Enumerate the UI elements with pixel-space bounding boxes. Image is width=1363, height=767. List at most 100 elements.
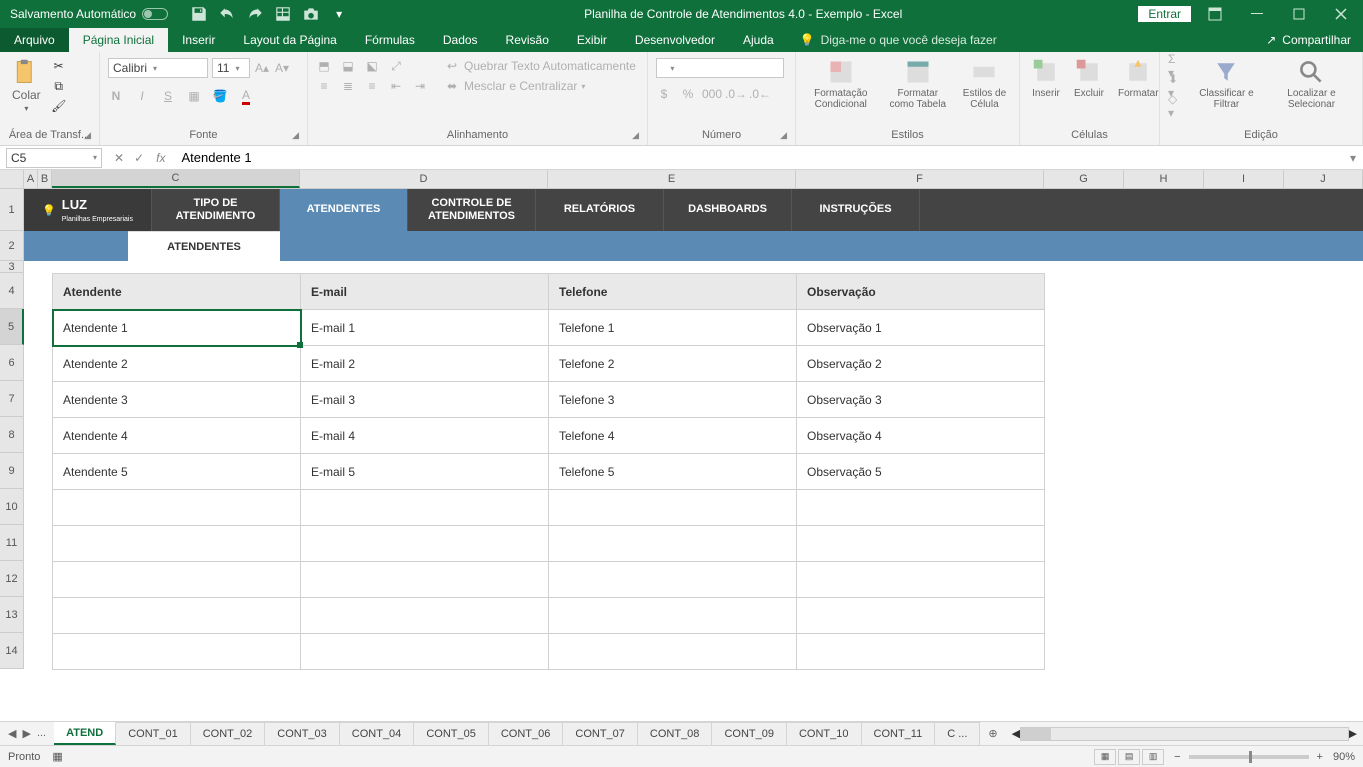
dialog-launcher-icon[interactable]: ◢ <box>292 130 299 141</box>
cell[interactable] <box>549 634 797 670</box>
ribbon-display-icon[interactable] <box>1197 2 1233 26</box>
sheet-nav-prev-icon[interactable]: ◀ <box>8 727 16 740</box>
row-header-7[interactable]: 7 <box>0 381 24 417</box>
font-name-select[interactable]: Calibri▾ <box>108 58 208 78</box>
enter-formula-icon[interactable]: ✓ <box>134 151 144 165</box>
row-header-8[interactable]: 8 <box>0 417 24 453</box>
cell[interactable]: Telefone 3 <box>549 382 797 418</box>
expand-formula-bar-icon[interactable]: ▾ <box>1343 151 1363 165</box>
cell[interactable]: Atendente 5 <box>53 454 301 490</box>
th-atendente[interactable]: Atendente <box>53 274 301 310</box>
zoom-out-icon[interactable]: − <box>1174 751 1180 763</box>
copy-icon[interactable]: ⧉ <box>51 78 67 94</box>
wrap-text-icon[interactable]: ↩ <box>444 58 460 74</box>
redo-icon[interactable] <box>246 5 264 23</box>
cell[interactable]: E-mail 2 <box>301 346 549 382</box>
th-observacao[interactable]: Observação <box>797 274 1045 310</box>
col-header-f[interactable]: F <box>796 170 1044 188</box>
page-break-view-icon[interactable]: ▥ <box>1142 749 1164 765</box>
cell[interactable]: Telefone 2 <box>549 346 797 382</box>
horizontal-scrollbar[interactable]: ◀ ▶ <box>1006 727 1363 741</box>
nav-controle-atendimentos[interactable]: CONTROLE DE ATENDIMENTOS <box>408 189 536 231</box>
underline-icon[interactable]: S <box>160 88 176 104</box>
cell-styles-button[interactable]: Estilos de Célula <box>958 56 1011 112</box>
insert-cells-button[interactable]: Inserir <box>1028 56 1064 101</box>
nav-relatorios[interactable]: RELATÓRIOS <box>536 189 664 231</box>
scroll-thumb[interactable] <box>1021 728 1051 740</box>
sheet-tab[interactable]: CONT_09 <box>712 722 787 745</box>
cell[interactable]: E-mail 3 <box>301 382 549 418</box>
cell[interactable] <box>797 526 1045 562</box>
border-icon[interactable]: ▦ <box>186 88 202 104</box>
tab-data[interactable]: Dados <box>429 28 492 52</box>
col-header-b[interactable]: B <box>38 170 52 188</box>
accounting-icon[interactable]: $ <box>656 86 672 102</box>
nav-tipo-atendimento[interactable]: TIPO DE ATENDIMENTO <box>152 189 280 231</box>
sheet-tab[interactable]: CONT_10 <box>787 722 862 745</box>
tell-me-search[interactable]: 💡 Diga-me o que você deseja fazer <box>788 28 1255 52</box>
col-header-g[interactable]: G <box>1044 170 1124 188</box>
comma-icon[interactable]: 000 <box>704 86 720 102</box>
tab-developer[interactable]: Desenvolvedor <box>621 28 729 52</box>
tab-file[interactable]: Arquivo <box>0 28 69 52</box>
cell-c5[interactable]: Atendente 1 <box>53 310 301 346</box>
number-format-select[interactable]: ▾ <box>656 58 784 78</box>
cell[interactable] <box>797 562 1045 598</box>
cell[interactable] <box>301 562 549 598</box>
sheet-tab[interactable]: CONT_11 <box>862 722 936 745</box>
sheet-tab[interactable]: CONT_05 <box>414 722 489 745</box>
save-icon[interactable] <box>190 5 208 23</box>
font-color-icon[interactable]: A <box>238 88 254 104</box>
row-header-11[interactable]: 11 <box>0 525 24 561</box>
macro-record-icon[interactable]: ▦ <box>52 750 62 763</box>
worksheet-grid[interactable]: A B C D E F G H I J 1 2 3 4 5 6 7 8 9 10… <box>0 170 1363 721</box>
cell[interactable] <box>549 490 797 526</box>
cell[interactable] <box>301 490 549 526</box>
align-right-icon[interactable]: ≡ <box>364 78 380 94</box>
name-box[interactable]: C5▾ <box>6 148 102 168</box>
cell[interactable]: Observação 3 <box>797 382 1045 418</box>
undo-icon[interactable] <box>218 5 236 23</box>
col-header-e[interactable]: E <box>548 170 796 188</box>
cell[interactable] <box>797 490 1045 526</box>
th-email[interactable]: E-mail <box>301 274 549 310</box>
tab-help[interactable]: Ajuda <box>729 28 788 52</box>
decrease-decimal-icon[interactable]: .0← <box>752 86 768 102</box>
cell[interactable] <box>301 598 549 634</box>
row-header-6[interactable]: 6 <box>0 345 24 381</box>
sheet-tab[interactable]: CONT_01 <box>116 722 191 745</box>
autosave-toggle[interactable]: Salvamento Automático <box>4 7 174 21</box>
col-header-d[interactable]: D <box>300 170 548 188</box>
cell[interactable] <box>53 634 301 670</box>
cancel-formula-icon[interactable]: ✕ <box>114 151 124 165</box>
maximize-icon[interactable] <box>1281 2 1317 26</box>
format-painter-icon[interactable]: 🖌 <box>51 98 67 114</box>
sheet-tab[interactable]: CONT_02 <box>191 722 266 745</box>
cell[interactable]: Atendente 2 <box>53 346 301 382</box>
fx-icon[interactable]: fx <box>156 151 173 165</box>
nav-dashboards[interactable]: DASHBOARDS <box>664 189 792 231</box>
cell[interactable]: Telefone 1 <box>549 310 797 346</box>
col-header-c[interactable]: C <box>52 170 300 188</box>
zoom-in-icon[interactable]: + <box>1317 751 1323 763</box>
tab-formulas[interactable]: Fórmulas <box>351 28 429 52</box>
decrease-font-icon[interactable]: A▾ <box>274 60 290 76</box>
row-header-4[interactable]: 4 <box>0 273 24 309</box>
qat-dropdown-icon[interactable]: ▾ <box>330 5 348 23</box>
clear-icon[interactable]: ◇ ▾ <box>1168 98 1184 114</box>
percent-icon[interactable]: % <box>680 86 696 102</box>
find-select-button[interactable]: Localizar e Selecionar <box>1269 56 1354 112</box>
dialog-launcher-icon[interactable]: ◢ <box>84 130 91 141</box>
row-header-13[interactable]: 13 <box>0 597 24 633</box>
align-left-icon[interactable]: ≡ <box>316 78 332 94</box>
align-top-icon[interactable]: ⬒ <box>316 58 332 74</box>
row-header-2[interactable]: 2 <box>0 231 24 261</box>
th-telefone[interactable]: Telefone <box>549 274 797 310</box>
cell[interactable]: Atendente 3 <box>53 382 301 418</box>
normal-view-icon[interactable]: ▦ <box>1094 749 1116 765</box>
tab-view[interactable]: Exibir <box>563 28 621 52</box>
row-header-14[interactable]: 14 <box>0 633 24 669</box>
page-layout-view-icon[interactable]: ▤ <box>1118 749 1140 765</box>
cell[interactable] <box>549 562 797 598</box>
nav-atendentes[interactable]: ATENDENTES <box>280 189 408 231</box>
